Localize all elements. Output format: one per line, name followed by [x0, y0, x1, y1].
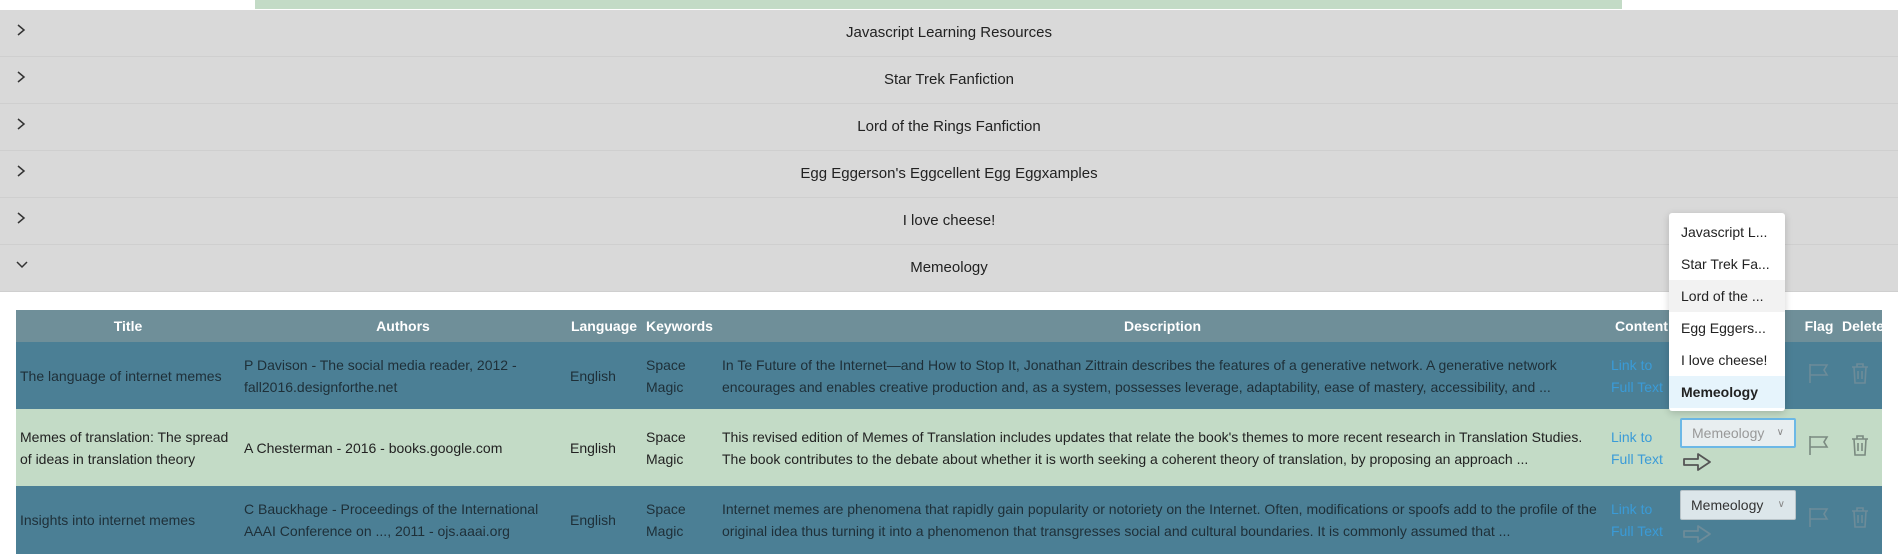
header-authors: Authors	[376, 318, 430, 334]
header-description: Description	[1123, 318, 1201, 334]
flag-icon[interactable]	[1807, 435, 1831, 459]
header-keywords: Keywords	[646, 318, 713, 334]
row-language: English	[570, 512, 616, 528]
header-language: Language	[570, 318, 638, 334]
row-title: The language of internet memes	[20, 367, 222, 384]
row-language: English	[570, 367, 616, 384]
dropdown-option-javascript[interactable]: Javascript L...	[1669, 216, 1785, 248]
move-arrow-icon[interactable]	[1682, 452, 1796, 478]
row-title: Insights into internet memes	[20, 512, 196, 528]
trash-icon[interactable]	[1850, 434, 1870, 459]
accordion-item-lotr[interactable]: Lord of the Rings Fanfiction	[0, 104, 1898, 151]
table-row: The language of internet memes P Davison…	[16, 342, 1882, 409]
row-description: In Te Future of the Internet—and How to …	[722, 356, 1557, 395]
category-select[interactable]: Memeology ∨	[1680, 490, 1796, 520]
row-description: Internet memes are phenomena that rapidl…	[722, 501, 1597, 539]
accordion-item-javascript[interactable]: Javascript Learning Resources	[0, 10, 1898, 57]
table-row: Memes of translation: The spread of idea…	[16, 409, 1882, 486]
accordion-item-label: Egg Eggerson's Eggcellent Egg Eggxamples	[800, 165, 1098, 182]
trash-icon[interactable]	[1850, 362, 1870, 387]
dropdown-option-lotr[interactable]: Lord of the ...	[1669, 280, 1785, 312]
category-select[interactable]: Memeology ∨	[1680, 417, 1796, 448]
full-text-link[interactable]: Link to Full Text	[1611, 429, 1663, 467]
row-title: Memes of translation: The spread of idea…	[20, 428, 229, 467]
accordion-item-label: Javascript Learning Resources	[846, 24, 1052, 41]
full-text-link[interactable]: Link to Full Text	[1611, 501, 1663, 539]
category-select-value: Memeology	[1691, 497, 1764, 513]
accordion-item-egg[interactable]: Egg Eggerson's Eggcellent Egg Eggxamples	[0, 151, 1898, 198]
header-delete: Delete	[1842, 318, 1885, 334]
accordion-item-label: I love cheese!	[902, 212, 996, 229]
accordion-item-label: Star Trek Fanfiction	[883, 71, 1015, 88]
accordion-item-cheese[interactable]: I love cheese!	[0, 198, 1898, 245]
dropdown-option-egg[interactable]: Egg Eggers...	[1669, 312, 1785, 344]
category-dropdown-menu: Javascript L... Star Trek Fa... Lord of …	[1669, 213, 1785, 411]
flag-icon[interactable]	[1807, 363, 1831, 387]
table-header-row: Title Authors Language Keywords Descript…	[16, 310, 1885, 342]
table-row: Insights into internet memes C Bauckhage…	[16, 486, 1882, 554]
chevron-down-icon: ∨	[1777, 499, 1785, 510]
trash-icon[interactable]	[1850, 507, 1870, 531]
chevron-down-icon: ∨	[1776, 426, 1784, 438]
row-authors: A Chesterman - 2016 - books.google.com	[244, 439, 503, 456]
header-content: Content	[1615, 318, 1668, 334]
accordion-item-star-trek[interactable]: Star Trek Fanfiction	[0, 57, 1898, 104]
dropdown-option-memeology[interactable]: Memeology	[1669, 376, 1785, 408]
flag-icon[interactable]	[1807, 508, 1831, 531]
row-authors: P Davison - The social media reader, 201…	[244, 356, 517, 395]
top-green-bar	[255, 0, 1622, 9]
full-text-link[interactable]: Link to Full Text	[1611, 357, 1663, 395]
row-keywords: Space Magic	[646, 428, 686, 467]
category-accordion: Javascript Learning Resources Star Trek …	[0, 10, 1898, 292]
dropdown-option-cheese[interactable]: I love cheese!	[1669, 344, 1785, 376]
top-strip	[0, 0, 1898, 10]
sources-table: Title Authors Language Keywords Descript…	[16, 310, 1885, 554]
accordion-item-label: Memeology	[910, 259, 988, 276]
row-keywords: Space Magic	[646, 501, 686, 539]
accordion-item-memeology[interactable]: Memeology	[0, 245, 1898, 292]
header-title: Title	[113, 318, 143, 334]
row-description: This revised edition of Memes of Transla…	[722, 428, 1583, 467]
move-arrow-icon[interactable]	[1682, 524, 1796, 550]
row-authors: C Bauckhage - Proceedings of the Interna…	[244, 501, 539, 539]
accordion-item-label: Lord of the Rings Fanfiction	[857, 118, 1041, 135]
category-select-value: Memeology	[1692, 424, 1765, 441]
header-flag: Flag	[1804, 318, 1834, 334]
row-keywords: Space Magic	[646, 356, 686, 395]
sources-table-container: Title Authors Language Keywords Descript…	[16, 310, 1885, 554]
row-language: English	[570, 439, 616, 456]
dropdown-option-star-trek[interactable]: Star Trek Fa...	[1669, 248, 1785, 280]
